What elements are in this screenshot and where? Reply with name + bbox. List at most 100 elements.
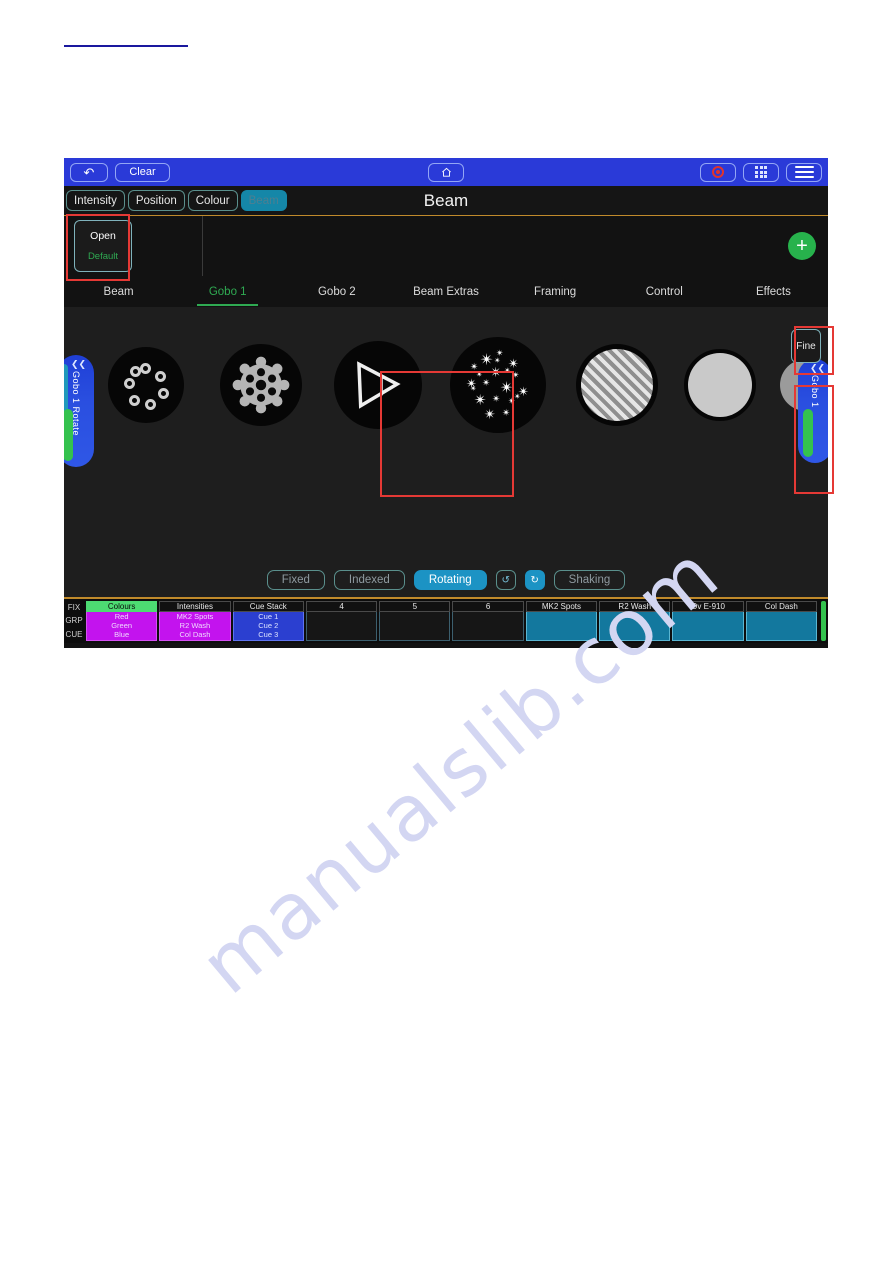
column-body[interactable] xyxy=(379,612,451,641)
gobo-stripes-icon xyxy=(576,344,658,426)
starfield-shape: ✴ ✴ ✴ ✴ ✴ ✴ ✴ ✴ ✴ ✴ ✴ ✴ ✴ ✴ ✴ ✴ ✴ ✴ ✴ ✴ xyxy=(466,348,529,422)
cell-text: Cue 1 xyxy=(258,612,279,622)
gobo-item-dots[interactable] xyxy=(108,347,184,423)
column-header: Ov E-910 xyxy=(672,601,744,612)
master-fader[interactable] xyxy=(819,599,828,643)
playback-column-5[interactable]: 5 xyxy=(379,601,451,641)
top-toolbar-right-group xyxy=(700,162,822,182)
playback-column-4[interactable]: 4 xyxy=(305,601,378,641)
gobo-1-rotate-slider-label: Gobo 1 Rotate xyxy=(71,371,81,437)
gobo-item-stars[interactable]: ✴ ✴ ✴ ✴ ✴ ✴ ✴ ✴ ✴ ✴ ✴ ✴ ✴ ✴ ✴ ✴ ✴ ✴ ✴ ✴ xyxy=(450,337,546,433)
column-body[interactable] xyxy=(672,612,744,641)
home-icon xyxy=(441,167,452,178)
gobo-dots-icon xyxy=(108,347,184,423)
chevron-icon-left: ❮❮ xyxy=(71,359,87,369)
gobo-1-slider[interactable]: ❮❮ Gobo 1 xyxy=(798,359,828,463)
record-icon xyxy=(712,166,724,178)
palette-cell-title: Open xyxy=(90,230,116,242)
tab-beam-extras[interactable]: Beam Extras xyxy=(391,276,500,307)
column-body[interactable] xyxy=(745,612,817,641)
grid-icon xyxy=(755,166,767,178)
mode-indexed-button[interactable]: Indexed xyxy=(333,570,405,590)
column-body[interactable]: Cue 1 Cue 2 Cue 3 xyxy=(232,612,304,641)
column-header: MK2 Spots xyxy=(525,601,598,612)
tab-gobo-2[interactable]: Gobo 2 xyxy=(282,276,391,307)
gobo-stage: ❮❮ Gobo 1 Rotate ✴ ✴ ✴ ✴ ✴ ✴ ✴ ✴ ✴ ✴ ✴ ✴… xyxy=(64,307,828,597)
column-body[interactable] xyxy=(525,612,598,641)
lighting-console-screen: ↶ Clear Intensity Position Colour Beam B… xyxy=(64,158,828,648)
row-label-cue: CUE xyxy=(65,629,83,639)
playback-column-6[interactable]: 6 xyxy=(452,601,524,641)
row-label-fix: FIX xyxy=(67,603,81,613)
tab-control[interactable]: Control xyxy=(610,276,719,307)
cell-text: Blue xyxy=(114,629,130,639)
attribute-intensity[interactable]: Intensity xyxy=(66,190,125,211)
home-button[interactable] xyxy=(428,162,464,182)
cell-text: Cue 3 xyxy=(258,629,279,639)
column-header: 6 xyxy=(452,601,524,612)
column-body[interactable] xyxy=(452,612,524,641)
column-header: Colours xyxy=(86,601,158,612)
back-arrow-icon: ↶ xyxy=(83,164,95,180)
gobo-item-solid[interactable] xyxy=(684,349,756,421)
tab-beam[interactable]: Beam xyxy=(64,276,173,307)
column-body[interactable] xyxy=(305,612,378,641)
mode-fixed-button[interactable]: Fixed xyxy=(266,570,325,590)
add-palette-button[interactable]: + xyxy=(788,232,816,260)
playback-column-col-dash[interactable]: Col Dash xyxy=(745,601,817,641)
rotate-ccw-icon[interactable]: ↺ xyxy=(495,570,516,590)
column-body[interactable]: Red Green Blue xyxy=(86,612,158,641)
palette-row: Open Default + xyxy=(64,216,828,276)
cell-text: Green xyxy=(111,621,133,631)
playback-column-mk2-spots[interactable]: MK2 Spots xyxy=(525,601,598,641)
mode-rotating-button[interactable]: Rotating xyxy=(413,570,487,590)
playback-column-colours[interactable]: Colours Red Green Blue xyxy=(86,601,158,641)
page-hyperlink-underline[interactable] xyxy=(64,45,188,47)
cell-text: Cue 2 xyxy=(258,621,279,631)
column-body[interactable] xyxy=(599,612,671,641)
gobo-tab-bar: Beam Gobo 1 Gobo 2 Beam Extras Framing C… xyxy=(64,276,828,307)
column-body[interactable]: MK2 Spots R2 Wash Col Dash xyxy=(159,612,231,641)
column-header: Cue Stack xyxy=(232,601,304,612)
gobo-item-stripes[interactable] xyxy=(576,344,658,426)
palette-cell-open[interactable]: Open Default xyxy=(74,220,132,272)
column-header: 4 xyxy=(305,601,378,612)
record-button[interactable] xyxy=(700,162,736,182)
cell-text: Col Dash xyxy=(179,629,211,639)
gobo-1-slider-label: Gobo 1 xyxy=(810,375,820,408)
rotate-cw-icon[interactable]: ↻ xyxy=(524,570,545,590)
playback-column-r2-wash[interactable]: R2 Wash xyxy=(599,601,671,641)
cell-text: MK2 Spots xyxy=(176,612,214,622)
clear-button[interactable]: Clear xyxy=(115,162,170,182)
cell-text: R2 Wash xyxy=(179,621,211,631)
gear-shape xyxy=(232,356,290,414)
attribute-position[interactable]: Position xyxy=(127,190,185,211)
back-button[interactable]: ↶ xyxy=(70,162,108,182)
playback-columns: Colours Red Green Blue Intensities MK2 S… xyxy=(84,599,819,643)
tab-framing[interactable]: Framing xyxy=(501,276,610,307)
menu-button[interactable] xyxy=(786,162,822,182)
mode-shaking-button[interactable]: Shaking xyxy=(553,570,626,590)
palette-cell-subtitle: Default xyxy=(87,251,119,262)
fine-button[interactable]: Fine xyxy=(791,329,821,363)
slider-fill-right xyxy=(803,409,813,457)
gobo-item-gear[interactable] xyxy=(220,344,302,426)
playback-column-cue-stack[interactable]: Cue Stack Cue 1 Cue 2 Cue 3 xyxy=(232,601,304,641)
attribute-bar: Intensity Position Colour Beam Beam xyxy=(64,186,828,215)
playback-column-ov-e910[interactable]: Ov E-910 xyxy=(672,601,744,641)
tab-effects[interactable]: Effects xyxy=(719,276,828,307)
column-header: R2 Wash xyxy=(599,601,671,612)
top-toolbar: ↶ Clear xyxy=(64,158,828,186)
chevron-icon-right: ❮❮ xyxy=(810,363,826,373)
gobo-mode-bar: Fixed Indexed Rotating ↺ ↻ Shaking xyxy=(64,569,828,591)
column-header: 5 xyxy=(379,601,451,612)
cell-text: Red xyxy=(114,612,129,622)
tab-gobo-1[interactable]: Gobo 1 xyxy=(173,276,282,307)
gobo-item-triangle[interactable] xyxy=(334,341,422,429)
grid-view-button[interactable] xyxy=(743,162,779,182)
playback-column-intensities[interactable]: Intensities MK2 Spots R2 Wash Col Dash xyxy=(159,601,231,641)
attribute-colour[interactable]: Colour xyxy=(187,190,238,211)
gobo-triangle-icon xyxy=(334,341,422,429)
attribute-beam[interactable]: Beam xyxy=(240,190,287,211)
playback-row-labels: FIX GRP CUE xyxy=(64,599,84,643)
